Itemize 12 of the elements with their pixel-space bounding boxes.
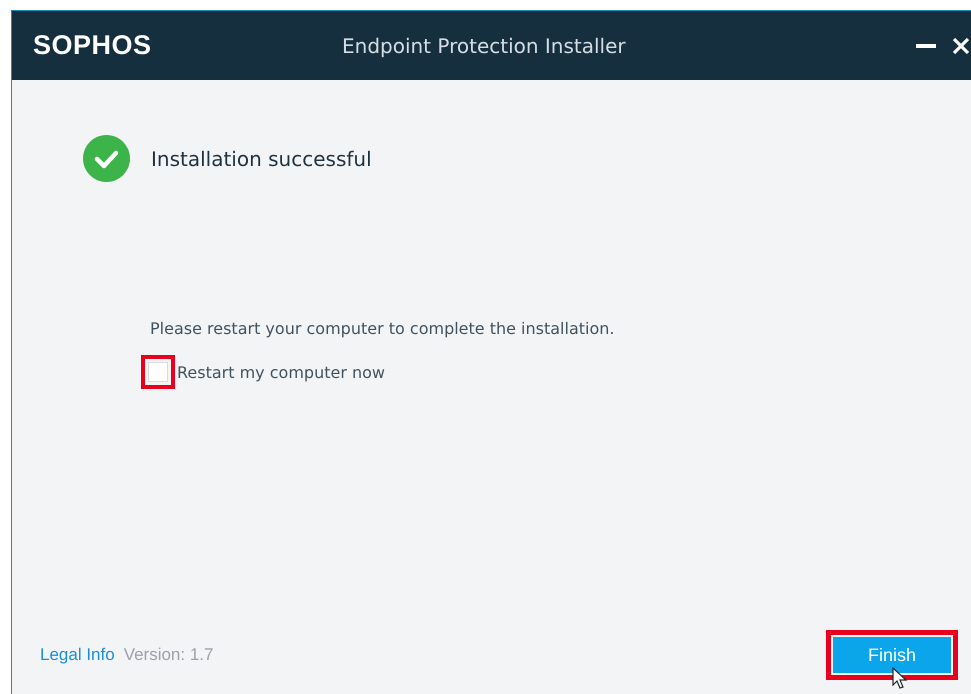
minimize-icon[interactable]: [916, 44, 936, 48]
legal-info-link[interactable]: Legal Info: [40, 645, 115, 665]
version-text: Version: 1.7: [124, 645, 214, 665]
close-icon[interactable]: [952, 36, 970, 54]
status-heading: Installation successful: [151, 146, 372, 170]
checkbox-label[interactable]: Restart my computer now: [177, 362, 385, 382]
restart-message: Please restart your computer to complete the installation.: [150, 319, 616, 338]
restart-checkbox[interactable]: [148, 362, 168, 382]
brand-logo: SOPHOS: [33, 30, 152, 61]
cursor-icon: [892, 667, 908, 689]
window-title: Endpoint Protection Installer: [342, 34, 626, 58]
finish-button[interactable]: Finish: [833, 637, 951, 673]
